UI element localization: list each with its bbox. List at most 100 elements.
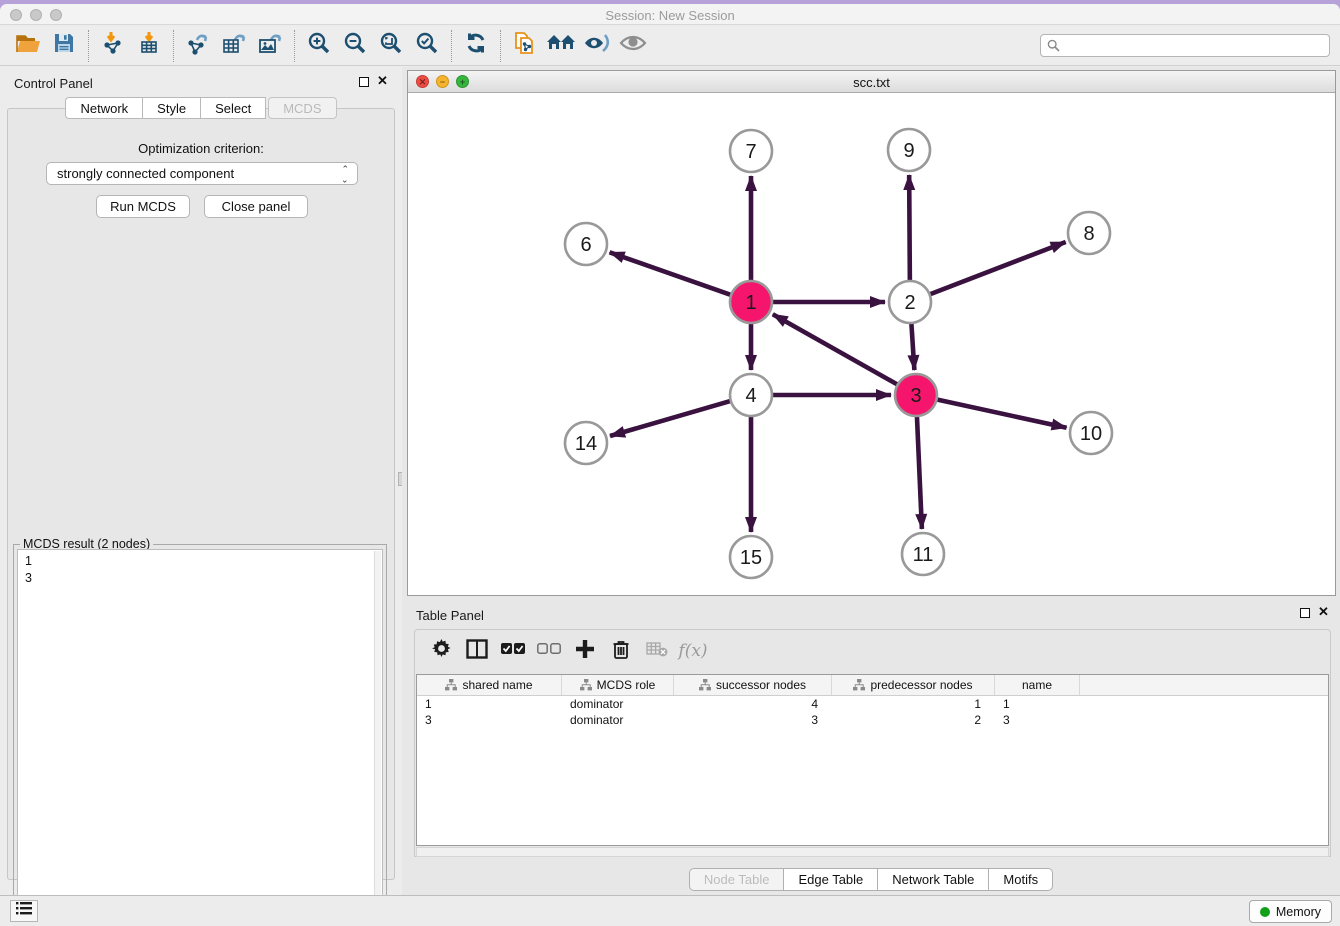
label-eye-icon — [583, 32, 611, 59]
table-cell: 2 — [832, 712, 995, 728]
table-settings-button[interactable] — [425, 636, 457, 666]
mcds-panel: Optimization criterion: strongly connect… — [7, 108, 395, 880]
column-selector-button[interactable] — [461, 636, 493, 666]
svg-text:3: 3 — [910, 385, 921, 407]
node-3[interactable]: 3 — [895, 374, 937, 416]
column-header-predecessor-nodes[interactable]: predecessor nodes — [832, 675, 995, 695]
zoom-out-icon — [343, 31, 367, 60]
run-mcds-button[interactable]: Run MCDS — [96, 195, 190, 218]
edge-1-6[interactable] — [610, 252, 733, 295]
mcds-result-textarea[interactable]: 13 — [17, 549, 383, 909]
criterion-dropdown[interactable]: strongly connected component ⌃⌃ — [46, 162, 358, 185]
add-column-button[interactable] — [569, 636, 601, 666]
network-frame-titlebar[interactable]: ✕ − + scc.txt — [408, 71, 1335, 93]
delete-column-button[interactable] — [605, 636, 637, 666]
column-header-name[interactable]: name — [995, 675, 1080, 695]
refresh-view-button[interactable] — [458, 29, 494, 63]
table-row[interactable]: 3dominator323 — [417, 712, 1328, 728]
export-image-button[interactable] — [252, 29, 288, 63]
zoom-out-button[interactable] — [337, 29, 373, 63]
table-cell: 3 — [995, 712, 1080, 728]
node-11[interactable]: 11 — [902, 533, 944, 575]
delete-table-button[interactable] — [641, 636, 673, 666]
home-layout-button[interactable] — [543, 29, 579, 63]
node-2[interactable]: 2 — [889, 281, 931, 323]
edge-2-9[interactable] — [909, 175, 910, 283]
export-image-icon — [257, 31, 284, 60]
export-table-button[interactable] — [216, 29, 252, 63]
tab-edge-table[interactable]: Edge Table — [783, 868, 877, 891]
search-input[interactable] — [1040, 34, 1330, 57]
table-row[interactable]: 1dominator411 — [417, 696, 1328, 712]
toolbar-separator — [88, 30, 89, 62]
tab-motifs[interactable]: Motifs — [988, 868, 1053, 891]
deselect-all-button[interactable] — [533, 636, 565, 666]
network-frame-title: scc.txt — [408, 75, 1335, 90]
float-table-panel-icon[interactable] — [1300, 608, 1310, 618]
select-all-button[interactable] — [497, 636, 529, 666]
toolbar-separator — [173, 30, 174, 62]
table-horizontal-scrollbar[interactable] — [416, 847, 1329, 857]
table-cell: dominator — [562, 696, 674, 712]
node-4[interactable]: 4 — [730, 374, 772, 416]
memory-label: Memory — [1276, 905, 1321, 919]
edge-3-10[interactable] — [935, 399, 1067, 428]
node-10[interactable]: 10 — [1070, 412, 1112, 454]
function-builder-button[interactable]: f(x) — [677, 636, 709, 666]
tab-node-table[interactable]: Node Table — [689, 868, 784, 891]
tab-select[interactable]: Select — [200, 97, 266, 119]
export-network-button[interactable] — [180, 29, 216, 63]
trash-icon — [612, 639, 630, 664]
svg-text:9: 9 — [903, 140, 914, 162]
show-graphics-details-button[interactable] — [615, 29, 651, 63]
checked-boxes-icon — [501, 642, 525, 660]
node-15[interactable]: 15 — [730, 536, 772, 578]
column-header-mcds-role[interactable]: MCDS role — [562, 675, 674, 695]
close-table-panel-icon[interactable]: ✕ — [1318, 604, 1329, 620]
edge-3-11[interactable] — [917, 414, 922, 529]
node-6[interactable]: 6 — [565, 223, 607, 265]
memory-button[interactable]: Memory — [1249, 900, 1332, 923]
window-title: Session: New Session — [0, 8, 1340, 23]
edge-4-14[interactable] — [610, 400, 733, 436]
zoom-selected-button[interactable] — [409, 29, 445, 63]
close-panel-button[interactable]: Close panel — [204, 195, 308, 218]
table-type-tabs: Node Table Edge Table Network Table Moti… — [402, 868, 1340, 891]
zoom-in-button[interactable] — [301, 29, 337, 63]
eye-icon — [619, 33, 647, 58]
column-header-successor-nodes[interactable]: successor nodes — [674, 675, 832, 695]
save-session-button[interactable] — [46, 29, 82, 63]
float-panel-icon[interactable] — [359, 77, 369, 87]
network-canvas[interactable]: 7 9 6 8 1 2 4 3 14 10 15 11 — [408, 93, 1335, 595]
node-1[interactable]: 1 — [730, 281, 772, 323]
search-icon — [1047, 39, 1060, 57]
import-network-button[interactable] — [95, 29, 131, 63]
table-rows: 1dominator4113dominator323 — [417, 696, 1328, 728]
edge-2-8[interactable] — [928, 242, 1066, 295]
tab-mcds[interactable]: MCDS — [268, 97, 336, 119]
node-14[interactable]: 14 — [565, 422, 607, 464]
main-area: ✕ − + scc.txt 7968124314101511 Table Pan… — [402, 67, 1340, 895]
export-network-icon — [185, 31, 211, 60]
hide-labels-button[interactable] — [579, 29, 615, 63]
tab-network[interactable]: Network — [65, 97, 142, 119]
task-history-button[interactable] — [10, 900, 38, 922]
plus-icon — [575, 639, 595, 664]
tab-network-table[interactable]: Network Table — [877, 868, 988, 891]
edge-3-1[interactable] — [773, 314, 900, 385]
open-session-button[interactable] — [10, 29, 46, 63]
tab-style[interactable]: Style — [142, 97, 200, 119]
column-header-shared-name[interactable]: shared name — [417, 675, 562, 695]
result-scrollbar[interactable] — [374, 551, 381, 909]
network-graph[interactable]: 7 9 6 8 1 2 4 3 14 10 15 11 — [408, 93, 1335, 595]
import-table-button[interactable] — [131, 29, 167, 63]
node-table[interactable]: shared name MCDS role successor nodes — [416, 674, 1329, 846]
node-9[interactable]: 9 — [888, 129, 930, 171]
duplicate-network-button[interactable] — [507, 29, 543, 63]
zoom-fit-button[interactable] — [373, 29, 409, 63]
close-panel-icon[interactable]: ✕ — [377, 73, 388, 89]
node-8[interactable]: 8 — [1068, 212, 1110, 254]
criterion-value: strongly connected component — [57, 166, 234, 181]
edge-2-3[interactable] — [911, 321, 914, 370]
node-7[interactable]: 7 — [730, 130, 772, 172]
